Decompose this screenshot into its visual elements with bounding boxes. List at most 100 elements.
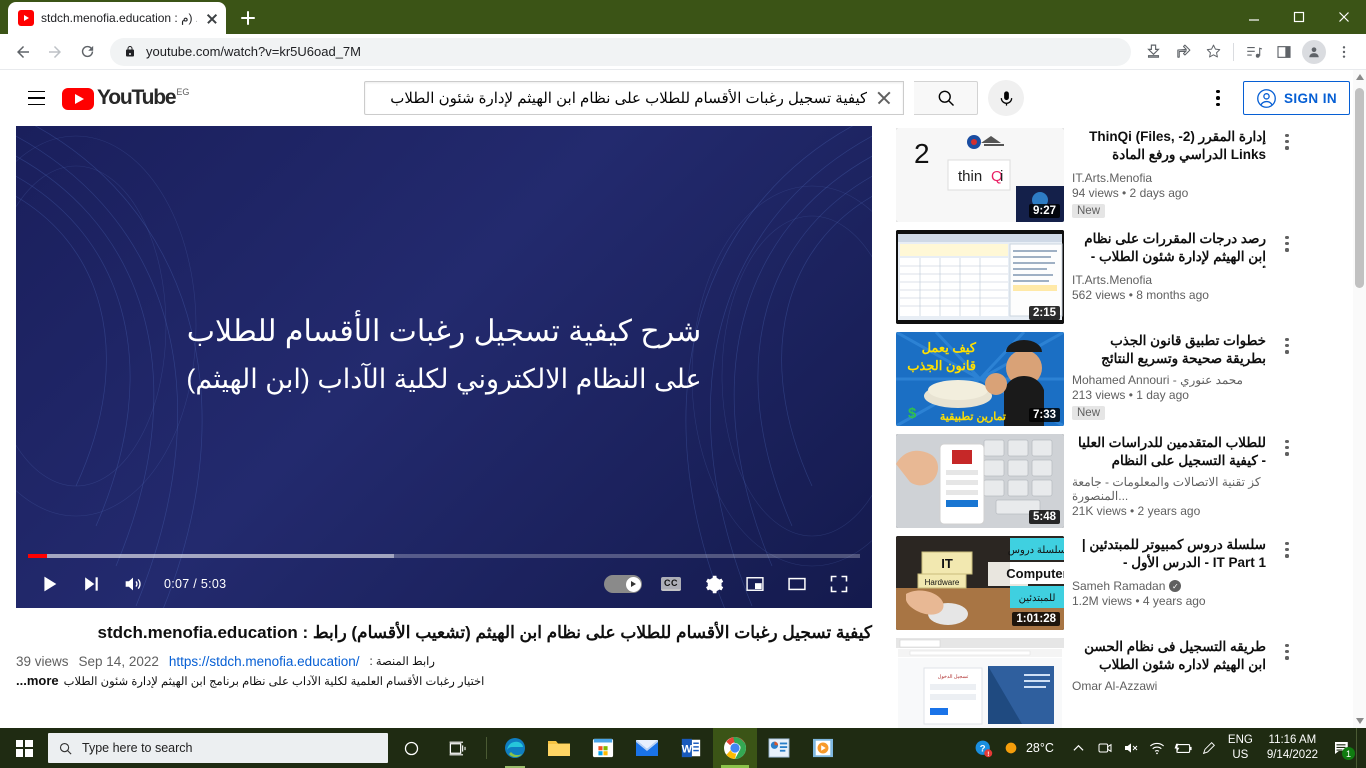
list-item[interactable]: 2 thin Q i 9:27 إدارة ال bbox=[896, 128, 1298, 222]
sign-in-button[interactable]: SIGN IN bbox=[1243, 81, 1350, 115]
view-count: 39 views bbox=[16, 654, 69, 669]
more-options-icon[interactable] bbox=[1276, 434, 1298, 528]
scrollbar-thumb[interactable] bbox=[1355, 88, 1364, 288]
channel-name[interactable]: كز تقنية الاتصالات والمعلومات - جامعة ال… bbox=[1072, 475, 1266, 503]
video-thumbnail[interactable]: سلسلة دروس Computer للمبتدئين IT Hardwar… bbox=[896, 536, 1064, 630]
description-link[interactable]: https://stdch.menofia.education/ bbox=[169, 654, 360, 669]
volume-button[interactable] bbox=[112, 560, 154, 608]
video-thumbnail[interactable]: 2:15 bbox=[896, 230, 1064, 324]
weather-widget[interactable]: 28°C bbox=[997, 740, 1066, 756]
media-control-icon[interactable] bbox=[1240, 38, 1268, 66]
bookmark-star-icon[interactable] bbox=[1199, 38, 1227, 66]
chrome-menu-icon[interactable] bbox=[1330, 38, 1358, 66]
more-options-icon[interactable] bbox=[1276, 536, 1298, 630]
video-thumbnail[interactable]: 5:48 bbox=[896, 434, 1064, 528]
close-icon[interactable] bbox=[204, 10, 220, 26]
windows-logo-icon bbox=[16, 740, 33, 757]
side-panel-icon[interactable] bbox=[1270, 38, 1298, 66]
clear-search-icon[interactable] bbox=[873, 87, 895, 109]
share-icon[interactable] bbox=[1169, 38, 1197, 66]
show-hidden-icons-chevron-icon[interactable] bbox=[1066, 728, 1092, 768]
channel-name[interactable]: Sameh Ramadan ✓ bbox=[1072, 579, 1266, 593]
video-player[interactable]: شرح كيفية تسجيل رغبات الأقسام للطلاب على… bbox=[16, 126, 872, 608]
youtube-logo[interactable]: YouTube EG bbox=[62, 86, 189, 110]
channel-name[interactable]: Mohamed Annouri - محمد عنوري bbox=[1072, 373, 1266, 387]
list-item[interactable]: 2:15 رصد درجات المقررات على نظام ابن اله… bbox=[896, 230, 1298, 324]
list-item[interactable]: كيف يعمل قانون الجذب $ تمارين تطبيقية 7:… bbox=[896, 332, 1298, 426]
language-indicator[interactable]: ENG US bbox=[1222, 733, 1259, 763]
video-info: خطوات تطبيق قانون الجذب بطريقة صحيحة وتس… bbox=[1072, 332, 1268, 426]
file-explorer-icon[interactable] bbox=[537, 728, 581, 768]
channel-name[interactable]: Omar Al-Azzawi bbox=[1072, 679, 1266, 693]
list-item[interactable]: تسجيل الدخول طريقه التسجيل فى نظام الحسن… bbox=[896, 638, 1298, 728]
more-options-icon[interactable] bbox=[1276, 638, 1298, 728]
mail-icon[interactable] bbox=[625, 728, 669, 768]
page-scrollbar[interactable] bbox=[1353, 70, 1366, 728]
reload-icon[interactable] bbox=[72, 37, 102, 67]
task-view-icon[interactable] bbox=[434, 728, 480, 768]
back-icon[interactable] bbox=[8, 37, 38, 67]
search-input[interactable]: كيفية تسجيل رغبات الأقسام للطلاب على نظا… bbox=[364, 81, 904, 115]
scroll-up-arrow-icon[interactable] bbox=[1353, 70, 1366, 84]
video-thumbnail[interactable]: 2 thin Q i 9:27 bbox=[896, 128, 1064, 222]
battery-charging-icon[interactable] bbox=[1170, 728, 1196, 768]
camera-icon[interactable] bbox=[1092, 728, 1118, 768]
progress-bar[interactable] bbox=[28, 554, 860, 558]
next-video-button[interactable] bbox=[70, 560, 112, 608]
maximize-button[interactable] bbox=[1276, 0, 1321, 34]
show-more-button[interactable]: ...more bbox=[16, 673, 59, 688]
new-tab-button[interactable] bbox=[234, 4, 262, 32]
minimize-button[interactable] bbox=[1231, 0, 1276, 34]
close-window-button[interactable] bbox=[1321, 0, 1366, 34]
video-thumbnail[interactable]: تسجيل الدخول bbox=[896, 638, 1064, 728]
forward-icon[interactable] bbox=[40, 37, 70, 67]
svg-text:Computer: Computer bbox=[1006, 566, 1064, 581]
video-stats: 21K views • 2 years ago bbox=[1072, 504, 1266, 518]
voice-search-button[interactable] bbox=[988, 80, 1024, 116]
start-button[interactable] bbox=[0, 728, 48, 768]
list-item[interactable]: سلسلة دروس Computer للمبتدئين IT Hardwar… bbox=[896, 536, 1298, 630]
microsoft-store-icon[interactable] bbox=[581, 728, 625, 768]
autoplay-toggle[interactable] bbox=[604, 575, 642, 593]
search-button[interactable] bbox=[914, 81, 978, 115]
search-input[interactable]: Type here to search bbox=[48, 733, 388, 763]
captions-button[interactable]: CC bbox=[650, 560, 692, 608]
more-options-icon[interactable] bbox=[1276, 128, 1298, 222]
scroll-down-arrow-icon[interactable] bbox=[1353, 714, 1366, 728]
fullscreen-button[interactable] bbox=[818, 560, 860, 608]
svg-text:Hardware: Hardware bbox=[925, 578, 960, 587]
pen-icon[interactable] bbox=[1196, 728, 1222, 768]
install-icon[interactable] bbox=[1139, 38, 1167, 66]
show-desktop-button[interactable] bbox=[1356, 728, 1362, 768]
video-player-icon[interactable] bbox=[801, 728, 845, 768]
powerpoint-icon[interactable] bbox=[757, 728, 801, 768]
guide-menu-icon[interactable] bbox=[16, 78, 56, 118]
wifi-icon[interactable] bbox=[1144, 728, 1170, 768]
player-controls: 0:07 / 5:03 CC bbox=[16, 546, 872, 608]
volume-muted-icon[interactable] bbox=[1118, 728, 1144, 768]
chrome-icon[interactable] bbox=[713, 728, 757, 768]
svg-text:كيف يعمل: كيف يعمل bbox=[922, 340, 977, 355]
more-options-icon[interactable] bbox=[1276, 230, 1298, 324]
theater-mode-button[interactable] bbox=[776, 560, 818, 608]
more-options-icon[interactable] bbox=[1276, 332, 1298, 426]
settings-menu-icon[interactable] bbox=[1199, 79, 1237, 117]
svg-text:i: i bbox=[1000, 168, 1003, 185]
clock[interactable]: 11:16 AM 9/14/2022 bbox=[1259, 733, 1326, 763]
channel-name[interactable]: IT.Arts.Menofia bbox=[1072, 171, 1266, 185]
help-icon[interactable]: ?! bbox=[971, 728, 997, 768]
youtube-header: YouTube EG كيفية تسجيل رغبات الأقسام للط… bbox=[0, 70, 1366, 126]
word-icon[interactable]: W bbox=[669, 728, 713, 768]
list-item[interactable]: 5:48 للطلاب المتقدمين للدراسات العليا - … bbox=[896, 434, 1298, 528]
miniplayer-button[interactable] bbox=[734, 560, 776, 608]
edge-icon[interactable] bbox=[493, 728, 537, 768]
notification-center-button[interactable]: 1 bbox=[1326, 728, 1356, 768]
channel-name[interactable]: IT.Arts.Menofia bbox=[1072, 273, 1266, 287]
profile-avatar-icon[interactable] bbox=[1300, 38, 1328, 66]
cortana-icon[interactable] bbox=[388, 728, 434, 768]
browser-tab[interactable]: stdch.menofia.education : رابط (م bbox=[8, 2, 226, 34]
video-thumbnail[interactable]: كيف يعمل قانون الجذب $ تمارين تطبيقية 7:… bbox=[896, 332, 1064, 426]
play-button[interactable] bbox=[28, 560, 70, 608]
address-bar[interactable]: youtube.com/watch?v=kr5U6oad_7M bbox=[110, 38, 1131, 66]
settings-button[interactable] bbox=[692, 560, 734, 608]
